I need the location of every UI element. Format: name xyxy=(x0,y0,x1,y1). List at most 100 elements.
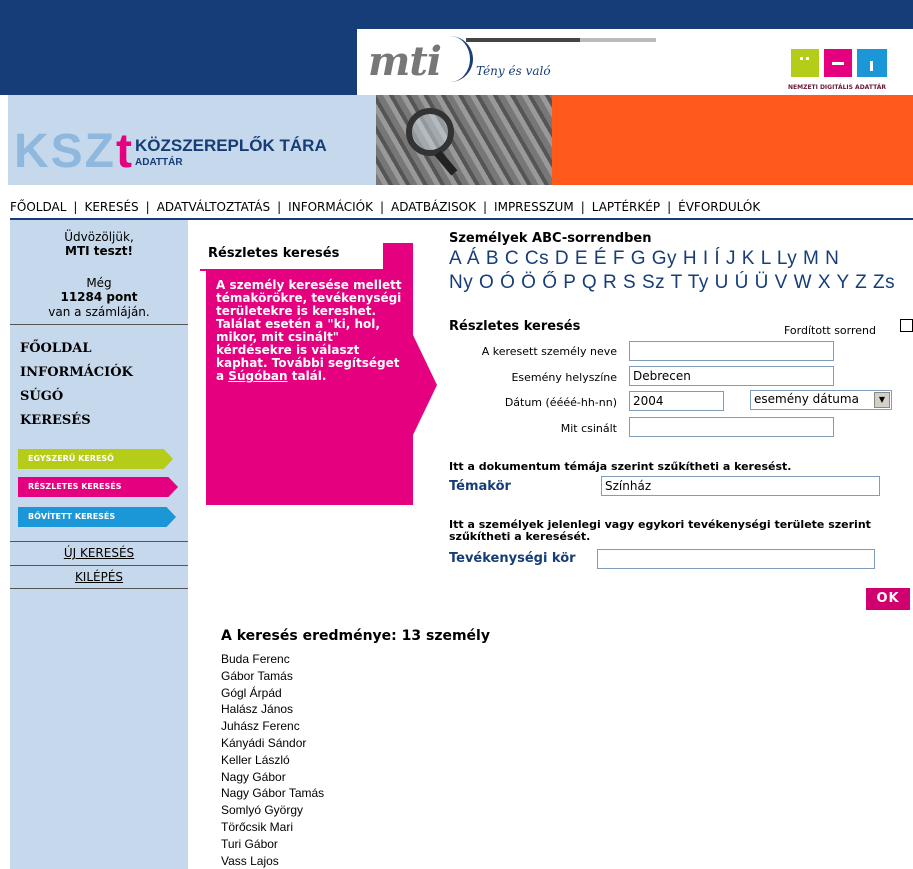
abc-letter[interactable]: S xyxy=(623,272,636,293)
sidebar-item-kereses[interactable]: KERESÉS xyxy=(20,413,91,428)
nav-adatbazisok[interactable]: ADATBÁZISOK xyxy=(391,200,476,214)
result-item[interactable]: Nagy Gábor xyxy=(221,769,324,786)
abc-letter[interactable]: Z xyxy=(855,272,867,293)
abc-letters-row-2: Ny O Ó Ö Ő P Q R S Sz T Ty U Ú Ü V W X Y… xyxy=(449,272,895,294)
reverse-order-label: Fordított sorrend xyxy=(784,324,876,337)
abc-letter[interactable]: Zs xyxy=(873,272,895,293)
mti-logo[interactable]: mti xyxy=(368,38,442,85)
result-item[interactable]: Törőcsik Mari xyxy=(221,819,324,836)
help-link[interactable]: Súgóban xyxy=(228,369,287,383)
abc-letter[interactable]: Ú xyxy=(735,272,749,293)
mti-decor-lines xyxy=(466,38,656,42)
help-text: A személy keresése mellett témakörökre, … xyxy=(216,278,402,383)
date-type-select[interactable]: esemény dátuma ▼ xyxy=(750,390,892,410)
points-value: 11284 pont xyxy=(60,290,138,304)
abc-letter[interactable]: Á xyxy=(467,248,480,269)
abc-letter[interactable]: H xyxy=(683,248,697,269)
abc-letter[interactable]: Ü xyxy=(755,272,769,293)
activity-input[interactable] xyxy=(597,549,875,569)
result-item[interactable]: Kányádi Sándor xyxy=(221,735,324,752)
ok-button[interactable]: OK xyxy=(866,588,910,610)
kszt-logo[interactable]: KSZt xyxy=(14,124,134,179)
new-search-link[interactable]: ÚJ KERESÉS xyxy=(10,541,188,564)
abc-letter[interactable]: Y xyxy=(836,272,849,293)
simple-search-button[interactable]: EGYSZERŰ KERESŐ xyxy=(18,449,173,469)
place-label: Esemény helyszíne xyxy=(511,371,617,384)
result-item[interactable]: Juhász Ferenc xyxy=(221,718,324,735)
abc-letter[interactable]: D xyxy=(555,248,569,269)
result-item[interactable]: Halász János xyxy=(221,701,324,718)
nav-informaciok[interactable]: INFORMÁCIÓK xyxy=(288,200,373,214)
topic-input[interactable]: Színház xyxy=(601,476,880,496)
abc-letter[interactable]: M xyxy=(803,248,819,269)
banner-photo xyxy=(376,95,552,185)
topic-label: Témakör xyxy=(449,479,511,494)
mti-slogan: Tény és való xyxy=(476,64,551,78)
date-input[interactable]: 2004 xyxy=(629,391,724,411)
sidebar-item-informaciok[interactable]: INFORMÁCIÓK xyxy=(20,365,133,380)
abc-letter[interactable]: W xyxy=(794,272,812,293)
abc-letter[interactable]: N xyxy=(825,248,839,269)
help-title-tab xyxy=(383,243,413,269)
abc-letter[interactable]: Í xyxy=(714,248,720,269)
result-item[interactable]: Buda Ferenc xyxy=(221,651,324,668)
sidebar-item-sugo[interactable]: SÚGÓ xyxy=(20,389,63,404)
nav-adatvaltoztatas[interactable]: ADATVÁLTOZTATÁS xyxy=(157,200,270,214)
nav-impresszum[interactable]: IMPRESSZUM xyxy=(494,200,574,214)
result-item[interactable]: Gábor Tamás xyxy=(221,668,324,685)
welcome-text: Üdvözöljük, xyxy=(64,230,134,244)
abc-letter[interactable]: Ó xyxy=(500,272,515,293)
result-item[interactable]: Keller László xyxy=(221,752,324,769)
what-label: Mit csinált xyxy=(560,422,617,435)
nav-lapterkep[interactable]: LAPTÉRKÉP xyxy=(592,200,660,214)
result-item[interactable]: Vass Lajos xyxy=(221,853,324,869)
abc-letter[interactable]: K xyxy=(742,248,755,269)
abc-letter[interactable]: P xyxy=(563,272,576,293)
extended-search-button[interactable]: BŐVÍTETT KERESÉS xyxy=(18,507,176,527)
abc-letter[interactable]: Ő xyxy=(542,272,557,293)
abc-letter[interactable]: T xyxy=(671,272,683,293)
what-input[interactable] xyxy=(629,417,834,437)
abc-letter[interactable]: B xyxy=(486,248,499,269)
abc-letter[interactable]: Q xyxy=(582,272,597,293)
abc-letter[interactable]: J xyxy=(726,248,736,269)
abc-letter[interactable]: U xyxy=(715,272,729,293)
abc-letter[interactable]: Gy xyxy=(652,248,677,269)
nda-logo-text: NEMZETI DIGITÁLIS ADATTÁR xyxy=(788,84,886,91)
abc-letter[interactable]: F xyxy=(613,248,625,269)
abc-letter[interactable]: Ty xyxy=(688,272,709,293)
user-name: MTI teszt! xyxy=(65,244,133,258)
result-item[interactable]: Nagy Gábor Tamás xyxy=(221,785,324,802)
logout-link[interactable]: KILÉPÉS xyxy=(10,565,188,589)
abc-letter[interactable]: V xyxy=(775,272,788,293)
abc-letter[interactable]: Ö xyxy=(521,272,536,293)
abc-letter[interactable]: Cs xyxy=(525,248,549,269)
name-input[interactable] xyxy=(629,341,834,361)
abc-letter[interactable]: I xyxy=(703,248,709,269)
abc-letter[interactable]: Ny xyxy=(449,272,473,293)
activity-label: Tevékenységi kör xyxy=(449,551,576,566)
abc-letter[interactable]: O xyxy=(479,272,494,293)
abc-letter[interactable]: C xyxy=(505,248,519,269)
sidebar-item-fooldal[interactable]: FŐOLDAL xyxy=(20,341,92,356)
abc-letter[interactable]: L xyxy=(761,248,771,269)
result-item[interactable]: Turi Gábor xyxy=(221,836,324,853)
place-input[interactable]: Debrecen xyxy=(629,366,834,386)
abc-letter[interactable]: A xyxy=(449,248,461,269)
nav-evfordulok[interactable]: ÉVFORDULÓK xyxy=(678,200,760,214)
reverse-order-checkbox[interactable] xyxy=(900,319,913,332)
abc-letters-row-1: A Á B C Cs D E É F G Gy H I Í J K L Ly M… xyxy=(449,248,839,270)
nav-kereses[interactable]: KERESÉS xyxy=(84,200,138,214)
abc-letter[interactable]: R xyxy=(603,272,617,293)
abc-letter[interactable]: G xyxy=(631,248,646,269)
nav-fooldal[interactable]: FŐOLDAL xyxy=(10,200,66,214)
chevron-down-icon[interactable]: ▼ xyxy=(874,392,890,408)
result-item[interactable]: Gógl Árpád xyxy=(221,685,324,702)
abc-letter[interactable]: Ly xyxy=(777,248,797,269)
abc-letter[interactable]: Sz xyxy=(642,272,665,293)
detailed-search-button[interactable]: RÉSZLETES KERESÉS xyxy=(18,477,178,497)
abc-letter[interactable]: E xyxy=(575,248,588,269)
abc-letter[interactable]: X xyxy=(818,272,831,293)
result-item[interactable]: Somlyó György xyxy=(221,802,324,819)
abc-letter[interactable]: É xyxy=(594,248,607,269)
